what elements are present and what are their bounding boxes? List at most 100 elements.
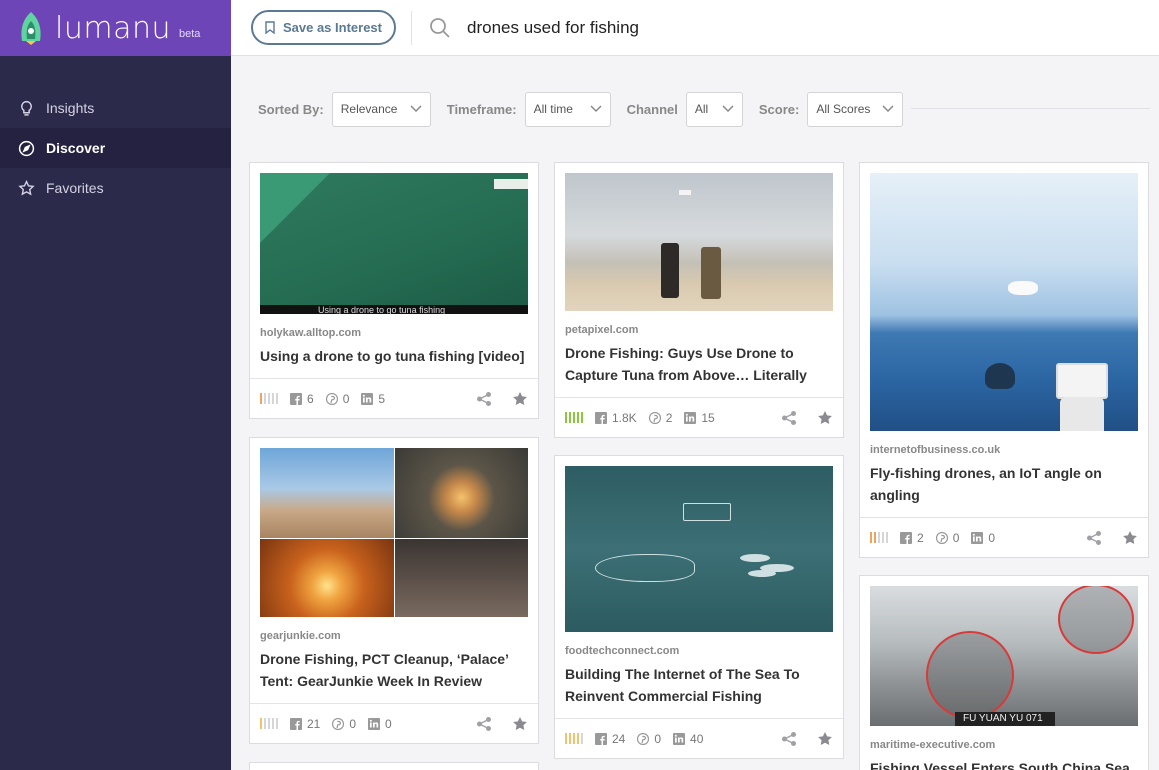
pinterest-stat: 0 (637, 732, 661, 746)
filter-label: Timeframe: (446, 101, 517, 117)
facebook-stat: 6 (290, 392, 314, 406)
pinterest-count: 0 (654, 731, 662, 746)
article-card[interactable]: Using a drone to go tuna fishing holykaw… (249, 162, 539, 419)
filter-score: Score: All Scores (750, 91, 912, 127)
save-as-interest-button[interactable]: Save as Interest (251, 10, 396, 45)
facebook-icon (595, 411, 607, 424)
article-card[interactable]: petapixel.com Drone Fishing: Guys Use Dr… (554, 162, 844, 438)
image-caption: FU YUAN YU 071 (963, 713, 1043, 724)
linkedin-icon (684, 411, 697, 424)
pinterest-count: 0 (349, 716, 357, 731)
pinterest-count: 0 (342, 391, 350, 406)
facebook-stat: 24 (595, 732, 625, 746)
score-meter (565, 412, 583, 423)
article-card[interactable]: gearjunkie.com Drone Fishing, PCT Cleanu… (249, 437, 539, 744)
facebook-count: 2 (917, 530, 924, 545)
facebook-stat: 2 (900, 531, 924, 545)
sort-select-value: Relevance (340, 102, 398, 116)
article-footer: 21 0 0 (250, 703, 538, 743)
linkedin-count: 15 (701, 410, 715, 425)
lightbulb-icon (21, 100, 32, 116)
sidebar-item-insights[interactable]: Insights (0, 88, 231, 128)
favorite-star-icon[interactable] (817, 731, 833, 747)
filter-label: Sorted By: (258, 101, 324, 117)
save-as-interest-label: Save as Interest (282, 20, 382, 35)
pinterest-stat: 0 (325, 391, 350, 406)
image-caption: Using a drone to go tuna fishing (318, 305, 446, 314)
sidebar: lumanu beta Insights Discover Favorites (0, 0, 231, 770)
article-image (870, 173, 1138, 431)
article-title[interactable]: Drone Fishing, PCT Cleanup, ‘Palace’ Ten… (260, 648, 528, 692)
pinterest-count: 2 (665, 410, 673, 425)
filter-label: Channel (626, 101, 678, 117)
score-meter (870, 532, 888, 543)
brand-name: lumanu (55, 10, 171, 46)
chevron-down-icon (722, 105, 734, 113)
article-card[interactable]: foodtechconnect.com Building The Interne… (554, 455, 844, 759)
pinterest-icon (332, 717, 345, 730)
share-icon[interactable] (476, 391, 492, 407)
article-image (260, 448, 528, 617)
channel-select-value: All (694, 102, 709, 116)
topbar-divider (411, 10, 412, 45)
sidebar-item-favorites[interactable]: Favorites (0, 168, 231, 208)
article-domain[interactable]: holykaw.alltop.com (260, 327, 528, 339)
facebook-count: 6 (307, 391, 314, 406)
share-icon[interactable] (781, 410, 797, 426)
article-card[interactable]: FU YUAN YU 071 maritime-executive.com Fi… (859, 575, 1149, 770)
article-title[interactable]: Fly-fishing drones, an IoT angle on angl… (870, 462, 1138, 506)
facebook-stat: 1.8K (595, 411, 637, 425)
article-domain[interactable]: foodtechconnect.com (565, 645, 833, 657)
share-icon[interactable] (476, 716, 492, 732)
brand-beta-badge: beta (178, 28, 201, 40)
linkedin-stat: 15 (684, 410, 715, 425)
article-footer: 2 0 0 (860, 517, 1148, 557)
article-card[interactable] (249, 762, 539, 770)
linkedin-icon (971, 531, 984, 544)
article-footer: 6 0 5 (250, 378, 538, 418)
article-domain[interactable]: gearjunkie.com (260, 630, 528, 642)
article-image: Using a drone to go tuna fishing (260, 173, 528, 314)
article-title[interactable]: Fishing Vessel Enters South China Sea (870, 757, 1138, 770)
share-icon[interactable] (1086, 530, 1102, 546)
pinterest-count: 0 (952, 530, 960, 545)
sort-select[interactable]: Relevance (331, 91, 431, 127)
article-footer: 24 0 40 (555, 718, 843, 758)
score-select[interactable]: All Scores (807, 91, 904, 127)
article-domain[interactable]: maritime-executive.com (870, 739, 1138, 751)
facebook-stat: 21 (290, 717, 320, 731)
share-icon[interactable] (781, 731, 797, 747)
article-card[interactable]: internetofbusiness.co.uk Fly-fishing dro… (859, 162, 1149, 558)
linkedin-icon (368, 717, 381, 730)
facebook-icon (900, 531, 912, 544)
linkedin-count: 40 (690, 731, 704, 746)
article-footer: 1.8K 2 15 (555, 397, 843, 437)
search-icon (430, 17, 450, 38)
favorite-star-icon[interactable] (512, 716, 528, 732)
compass-icon (18, 140, 35, 156)
timeframe-select[interactable]: All time (524, 91, 611, 127)
linkedin-count: 0 (385, 716, 392, 731)
sidebar-item-discover[interactable]: Discover (0, 128, 231, 168)
favorite-star-icon[interactable] (817, 410, 833, 426)
filter-label: Score: (758, 101, 800, 117)
linkedin-stat: 0 (368, 717, 392, 731)
sidebar-nav: Insights Discover Favorites (0, 88, 231, 208)
channel-select[interactable]: All (685, 91, 743, 127)
pinterest-icon (935, 531, 948, 544)
star-icon (18, 179, 35, 195)
article-domain[interactable]: petapixel.com (565, 324, 833, 336)
sidebar-item-label: Insights (46, 100, 95, 116)
article-title[interactable]: Building The Internet of The Sea To Rein… (565, 663, 833, 707)
search-input[interactable] (467, 17, 1067, 38)
score-meter (260, 718, 278, 729)
favorite-star-icon[interactable] (512, 391, 528, 407)
favorite-star-icon[interactable] (1122, 530, 1138, 546)
chevron-down-icon (882, 105, 894, 113)
top-bar: Save as Interest (231, 0, 1159, 56)
article-domain[interactable]: internetofbusiness.co.uk (870, 444, 1138, 456)
article-title[interactable]: Using a drone to go tuna fishing [video] (260, 345, 528, 367)
brand-header: lumanu beta (0, 0, 231, 56)
sidebar-item-label: Favorites (46, 180, 104, 196)
article-title[interactable]: Drone Fishing: Guys Use Drone to Capture… (565, 342, 833, 386)
